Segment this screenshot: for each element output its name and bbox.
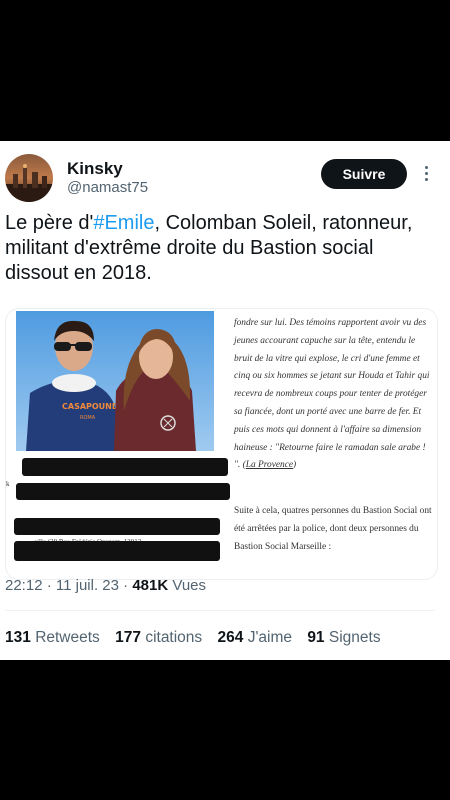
article-excerpt: fondre sur lui. Des témoins rapportent a… xyxy=(234,315,434,475)
likes-count: 264 xyxy=(217,629,244,646)
partial-text-1: k xyxy=(6,480,10,488)
retweets-count: 131 xyxy=(5,629,31,646)
views-count: 481K xyxy=(132,577,169,594)
bookmarks-count: 91 xyxy=(307,629,325,646)
bookmarks-stat[interactable]: 91 Signets xyxy=(307,629,380,646)
tweet-text-start: Le père d' xyxy=(5,212,94,234)
article-paragraph-2: Suite à cela, quatres personnes du Basti… xyxy=(234,506,432,552)
shirt-subtext: ROMA xyxy=(80,415,96,421)
avatar[interactable] xyxy=(5,154,53,202)
redaction-bar xyxy=(22,458,228,476)
article-source-link: La Provence xyxy=(245,460,294,471)
tweet-stats: 131 Retweets 177 citations 264 J'aime 91… xyxy=(5,629,381,647)
redaction-bar xyxy=(14,518,220,535)
tweet-time[interactable]: 22:12 xyxy=(5,577,43,594)
quotes-label: citations xyxy=(145,629,203,646)
more-options-icon[interactable] xyxy=(421,163,431,185)
retweets-label: Retweets xyxy=(35,629,100,646)
meta-separator: · xyxy=(46,577,52,594)
divider xyxy=(5,610,435,611)
shirt-text: CASAPOUND xyxy=(62,402,119,411)
likes-stat[interactable]: 264 J'aime xyxy=(218,629,293,646)
author-name[interactable]: Kinsky xyxy=(67,159,123,179)
tweet-meta: 22:12 · 11 juil. 23 · 481K Vues xyxy=(5,577,206,594)
author-handle[interactable]: @namast75 xyxy=(67,179,148,196)
views-label: Vues xyxy=(172,577,207,594)
likes-label: J'aime xyxy=(247,629,292,646)
redaction-bar xyxy=(16,483,230,500)
tweet-text: Le père d'#Emile, Colomban Soleil, raton… xyxy=(5,211,425,286)
quotes-count: 177 xyxy=(115,629,141,646)
follow-button[interactable]: Suivre xyxy=(321,159,407,189)
tweet-media-image[interactable]: CASAPOUND ROMA fondre sur lui. Des témoi… xyxy=(5,308,438,580)
meta-separator: · xyxy=(123,577,129,594)
quotes-stat[interactable]: 177 citations xyxy=(115,629,202,646)
article-paragraph-1-end: ) xyxy=(293,460,297,471)
bookmarks-label: Signets xyxy=(328,629,381,646)
article-paragraph-1: fondre sur lui. Des témoins rapportent a… xyxy=(234,318,430,471)
article-photo: CASAPOUND ROMA xyxy=(16,311,214,451)
tweet-card: Kinsky @namast75 Suivre Le père d'#Emile… xyxy=(0,141,450,660)
retweets-stat[interactable]: 131 Retweets xyxy=(5,629,100,646)
redaction-bar xyxy=(14,541,220,561)
hashtag-link[interactable]: #Emile xyxy=(93,212,154,234)
tweet-date[interactable]: 11 juil. 23 xyxy=(56,577,119,594)
